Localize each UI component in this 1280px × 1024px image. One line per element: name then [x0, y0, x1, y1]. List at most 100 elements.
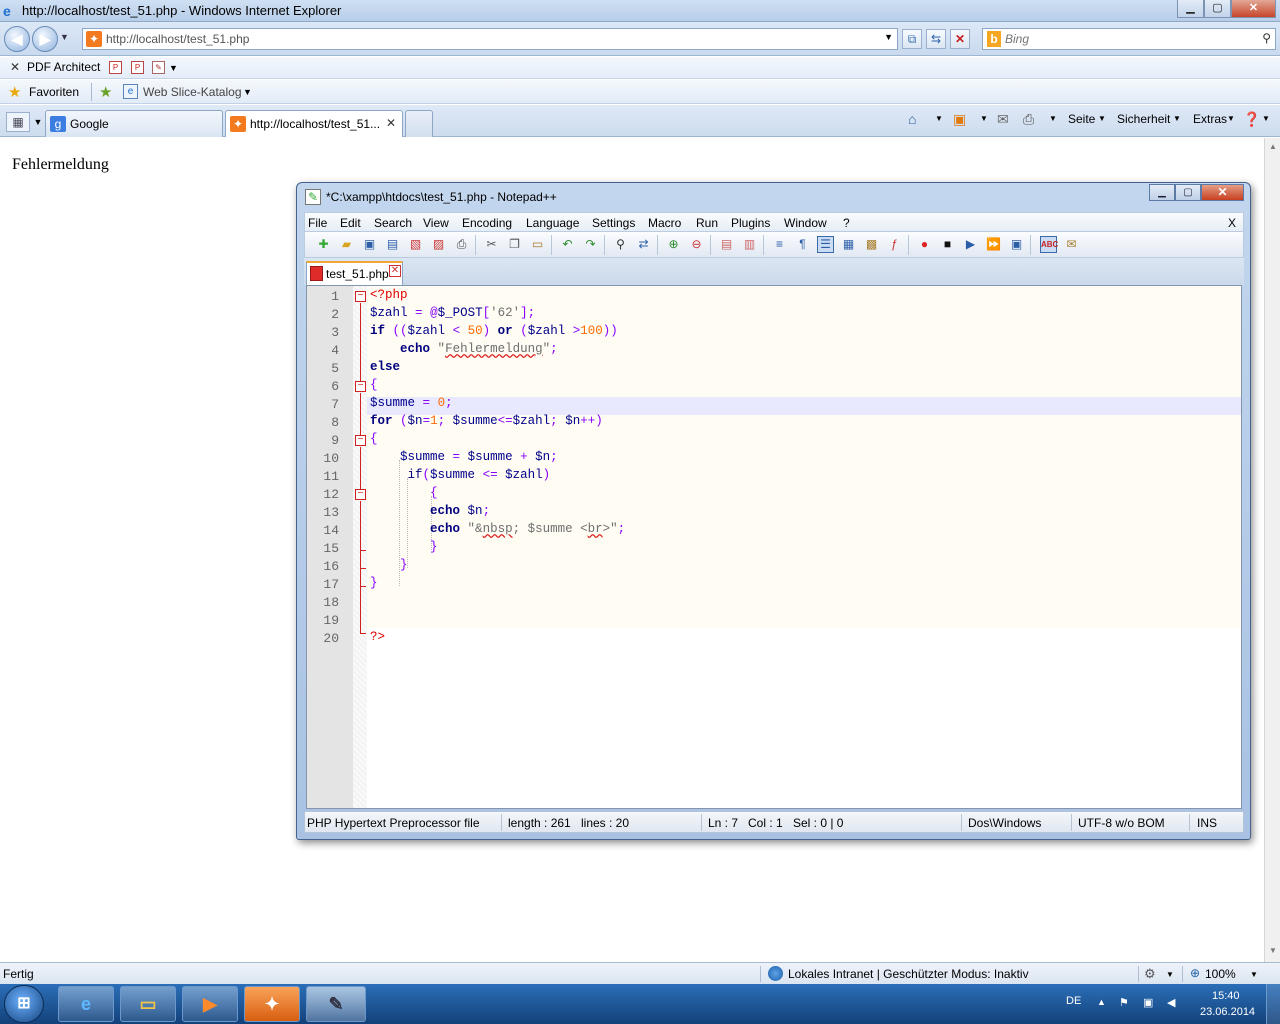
zoom-level[interactable]: 100%	[1205, 967, 1236, 981]
page-menu[interactable]: Seite	[1068, 112, 1095, 126]
menu-run[interactable]: Run	[696, 216, 718, 230]
run-macro-multiple-icon[interactable]: ⏩	[985, 236, 1002, 253]
search-icon[interactable]: ⚲	[1262, 31, 1271, 45]
address-bar[interactable]: ✦ ▼	[82, 28, 898, 50]
save-all-icon[interactable]: ▤	[384, 236, 401, 253]
new-tab-button[interactable]	[405, 110, 433, 137]
show-desktop-button[interactable]	[1266, 984, 1280, 1024]
feeds-icon[interactable]: ▣	[953, 111, 966, 128]
start-button[interactable]: ⊞	[4, 985, 44, 1023]
close-all-icon[interactable]: ▨	[430, 236, 447, 253]
add-to-favorites-bar-icon[interactable]: ★	[99, 83, 112, 101]
redo-icon[interactable]: ↷	[582, 236, 599, 253]
tray-clock-time[interactable]: 15:40	[1212, 990, 1240, 1002]
tray-volume-icon[interactable]: ◀	[1167, 996, 1183, 1010]
open-file-icon[interactable]: ▰	[338, 236, 355, 253]
close-button[interactable]: ✕	[1231, 0, 1276, 18]
zoom-dropdown-icon[interactable]: ▼	[1250, 970, 1258, 979]
protected-mode-dropdown-icon[interactable]: ▼	[1166, 970, 1174, 979]
close-toolbar-icon[interactable]: ✕	[10, 60, 20, 74]
menu-search[interactable]: Search	[374, 216, 412, 230]
sync-vertical-icon[interactable]: ▤	[718, 236, 735, 253]
notepad-minimize-button[interactable]: ▁	[1149, 184, 1175, 201]
address-dropdown-icon[interactable]: ▼	[884, 32, 893, 42]
favorites-button[interactable]: Favoriten	[29, 85, 79, 99]
find-icon[interactable]: ⚲	[612, 236, 629, 253]
menu-help[interactable]: ?	[843, 216, 850, 230]
tab-close-icon[interactable]: ✕	[386, 116, 396, 130]
taskbar-file-explorer-icon[interactable]: ▭	[120, 986, 176, 1022]
print-dropdown-icon[interactable]: ▼	[1049, 114, 1057, 123]
fold-toggle-icon[interactable]: −	[355, 291, 366, 302]
fold-toggle-icon[interactable]: −	[355, 381, 366, 392]
compatibility-view-button[interactable]: ⧉	[902, 29, 922, 49]
replace-icon[interactable]: ⇄	[635, 236, 652, 253]
fold-toggle-icon[interactable]: −	[355, 435, 366, 446]
notepad-close-button[interactable]: ✕	[1201, 184, 1244, 201]
scroll-up-icon[interactable]: ▲	[1269, 142, 1277, 151]
back-button[interactable]: ◀	[4, 26, 30, 52]
search-box[interactable]: b ⚲	[982, 28, 1276, 50]
favorites-star-icon[interactable]: ★	[8, 83, 21, 101]
pdf-convert-icon[interactable]: P	[131, 61, 144, 74]
copy-icon[interactable]: ❐	[506, 236, 523, 253]
taskbar-xampp-icon[interactable]: ✦	[244, 986, 300, 1022]
indent-guide-icon[interactable]: ☰	[817, 236, 834, 253]
menu-plugins[interactable]: Plugins	[731, 216, 770, 230]
feeds-dropdown-icon[interactable]: ▼	[980, 114, 988, 123]
show-all-characters-icon[interactable]: ¶	[794, 236, 811, 253]
mail-icon[interactable]: ✉	[997, 111, 1009, 128]
document-tab-close-icon[interactable]: ✕	[389, 265, 401, 277]
code-editor[interactable]: 1 2 3 4 5 6 7 8 9 10 11 12 13 14 15 16 1…	[306, 285, 1242, 809]
function-list-icon[interactable]: ƒ	[886, 236, 903, 253]
tray-action-center-icon[interactable]: ⚑	[1119, 996, 1135, 1010]
code-text-area[interactable]: <?php $zahl = @$_POST['62']; if (($zahl …	[367, 286, 1241, 808]
help-icon[interactable]: ❓	[1243, 111, 1260, 128]
menu-edit[interactable]: Edit	[340, 216, 361, 230]
tray-language-indicator[interactable]: DE	[1066, 995, 1081, 1007]
record-macro-icon[interactable]: ●	[916, 236, 933, 253]
cut-icon[interactable]: ✂	[483, 236, 500, 253]
maximize-button[interactable]: ▢	[1204, 0, 1231, 18]
save-icon[interactable]: ▣	[361, 236, 378, 253]
undo-icon[interactable]: ↶	[559, 236, 576, 253]
history-dropdown-icon[interactable]: ▼	[60, 32, 69, 42]
menu-file[interactable]: File	[308, 216, 327, 230]
save-macro-icon[interactable]: ▣	[1008, 236, 1025, 253]
pdf-dropdown-icon[interactable]: ▼	[169, 63, 178, 73]
extras-menu[interactable]: Extras	[1193, 112, 1227, 126]
pdf-create-icon[interactable]: P	[109, 61, 122, 74]
help-dropdown-icon[interactable]: ▼	[1262, 114, 1270, 123]
playback-macro-icon[interactable]: ▶	[962, 236, 979, 253]
print-file-icon[interactable]: ⎙	[453, 236, 470, 253]
new-file-icon[interactable]: ✚	[315, 236, 332, 253]
paste-icon[interactable]: ▭	[529, 236, 546, 253]
tab-localhost[interactable]: ✦ http://localhost/test_51... ✕	[225, 110, 403, 137]
menu-language[interactable]: Language	[526, 216, 579, 230]
zoom-in-icon[interactable]: ⊕	[665, 236, 682, 253]
tray-network-icon[interactable]: ▣	[1143, 996, 1159, 1010]
quick-tabs-icon[interactable]: ▦	[6, 112, 30, 132]
minimize-button[interactable]: ▁	[1177, 0, 1204, 18]
taskbar-media-player-icon[interactable]: ▶	[182, 986, 238, 1022]
sync-horizontal-icon[interactable]: ▥	[741, 236, 758, 253]
scroll-down-icon[interactable]: ▼	[1269, 946, 1277, 955]
word-wrap-icon[interactable]: ≡	[771, 236, 788, 253]
menu-view[interactable]: View	[423, 216, 449, 230]
pdf-options-icon[interactable]: ✎	[152, 61, 165, 74]
menu-macro[interactable]: Macro	[648, 216, 681, 230]
page-menu-dropdown-icon[interactable]: ▼	[1098, 114, 1106, 123]
safety-menu[interactable]: Sicherheit	[1117, 112, 1170, 126]
print-icon[interactable]: ⎙	[1023, 111, 1034, 128]
forward-button[interactable]: ▶	[32, 26, 58, 52]
fold-toggle-icon[interactable]: −	[355, 489, 366, 500]
tab-list-dropdown-icon[interactable]: ▼	[32, 112, 44, 132]
search-input[interactable]	[1005, 31, 1245, 47]
extras-menu-dropdown-icon[interactable]: ▼	[1227, 114, 1235, 123]
plugin-icon[interactable]: ✉	[1063, 236, 1080, 253]
document-tab[interactable]: test_51.php ✕	[306, 261, 403, 285]
document-map-icon[interactable]: ▩	[863, 236, 880, 253]
tray-clock-date[interactable]: 23.06.2014	[1200, 1006, 1255, 1018]
refresh-button[interactable]: ⇆	[926, 29, 946, 49]
menu-window[interactable]: Window	[784, 216, 827, 230]
